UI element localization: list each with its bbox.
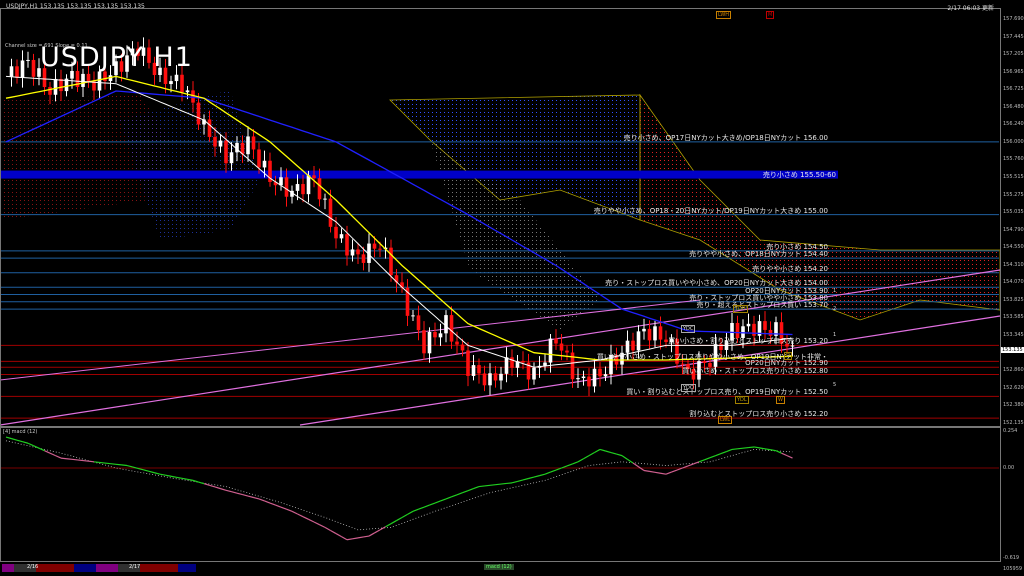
fib-label-5: 5 [833,382,837,388]
tag-ydo: YDO [681,384,696,392]
price-axis-label: 155.275 [1003,191,1024,198]
date-label: 2/16 [27,564,39,570]
tag-lwl: LWL [718,416,733,424]
price-axis-label: 153.585 [1003,314,1024,321]
level-label: 売り小さめ 155.50-60 [762,170,836,179]
tag-lwh: LWH [716,11,732,19]
date-label: 2/17 [129,564,141,570]
level-label: 売り小さめ、OP17日NYカット大きめ/OP18日NYカット 156.00 [623,133,828,142]
price-axis-label: 152.135 [1003,419,1024,426]
indicator-tab[interactable]: macd (12) [484,564,514,570]
price-axis-label: 155.515 [1003,174,1024,181]
level-label: 買い小さめ・ストップロス売り小さめ 152.80 [682,366,828,375]
tag-m: M [766,11,775,19]
price-axis-label: 155.035 [1003,209,1024,216]
tag-d: D [784,352,792,360]
price-axis-label: 152.860 [1003,367,1024,374]
price-axis-label: 156.240 [1003,121,1024,128]
level-label: 買い小さめ・割り込むとストップロス売り 153.20 [668,337,828,346]
price-axis-label: 156.480 [1003,103,1024,110]
price-axis-label: 154.550 [1003,244,1024,251]
symbol-title: USDJPY H1 [40,42,193,73]
tag-ydl: YDL [735,396,749,404]
session-segment [140,564,178,572]
level-label: 買い・割り込むとストップロス売り、OP19日NYカット 152.50 [626,388,828,397]
tag-w: W [776,396,785,404]
bottom-counter: 105959 [1003,566,1023,572]
macd-max-label: 0.254 [1003,428,1018,434]
macd-title: [4] macd (12) [3,429,38,435]
fib-label-2: 2 [833,306,837,312]
macd-min-label: -0.619 [1003,555,1020,561]
session-segment [36,564,74,572]
session-segment [2,564,14,572]
price-axis-label: 157.445 [1003,33,1024,40]
price-axis-label: 157.690 [1003,16,1024,22]
session-segment [96,564,118,572]
level-label: 売り・超えるとストップロス買い 153.70 [696,301,828,310]
timeline-bar[interactable]: 2/16 2/17 macd (12) [0,562,1000,574]
price-axis-label: 154.070 [1003,279,1024,286]
level-label: 売りやや小さめ、OP18日NYカット 154.40 [689,250,828,259]
price-axis-label: 154.790 [1003,226,1024,233]
price-axis-label: 155.760 [1003,156,1024,163]
level-label: 割り込むとストップロス売り小さめ 152.20 [689,410,828,419]
price-axis-label: 156.965 [1003,68,1024,75]
price-axis-label: 156.000 [1003,138,1024,145]
fib-label-1a: 1 [833,288,837,294]
session-segment [178,564,196,572]
tag-ydh: YDH [733,305,748,313]
update-clock: 2/17 06:03 更新 [947,5,994,12]
price-axis-label: 153.825 [1003,296,1024,303]
price-axis-label: 153.345 [1003,331,1024,338]
fib-label-1b: 1 [833,332,837,338]
sub-window-frame [0,427,1001,562]
current-price-label: 153.135 [1001,347,1024,353]
price-axis-label: 152.380 [1003,402,1024,409]
level-label: 売りやや小さめ、OP18・20日NYカット/OP19日NYカット大きめ 155.… [593,206,828,215]
symbol-info-line: USDJPY,H1 153.135 153.135 153.135 153.13… [6,3,145,10]
tag-ydc: YDC [681,325,696,333]
price-axis-label: 152.620 [1003,384,1024,391]
price-axis-label: 157.205 [1003,51,1024,58]
session-segment [74,564,96,572]
macd-zero-label: 0.00 [1003,465,1015,471]
level-label: 売りやや小さめ 154.20 [752,264,828,273]
price-axis-label: 156.725 [1003,86,1024,93]
price-axis-label: 154.310 [1003,261,1024,268]
